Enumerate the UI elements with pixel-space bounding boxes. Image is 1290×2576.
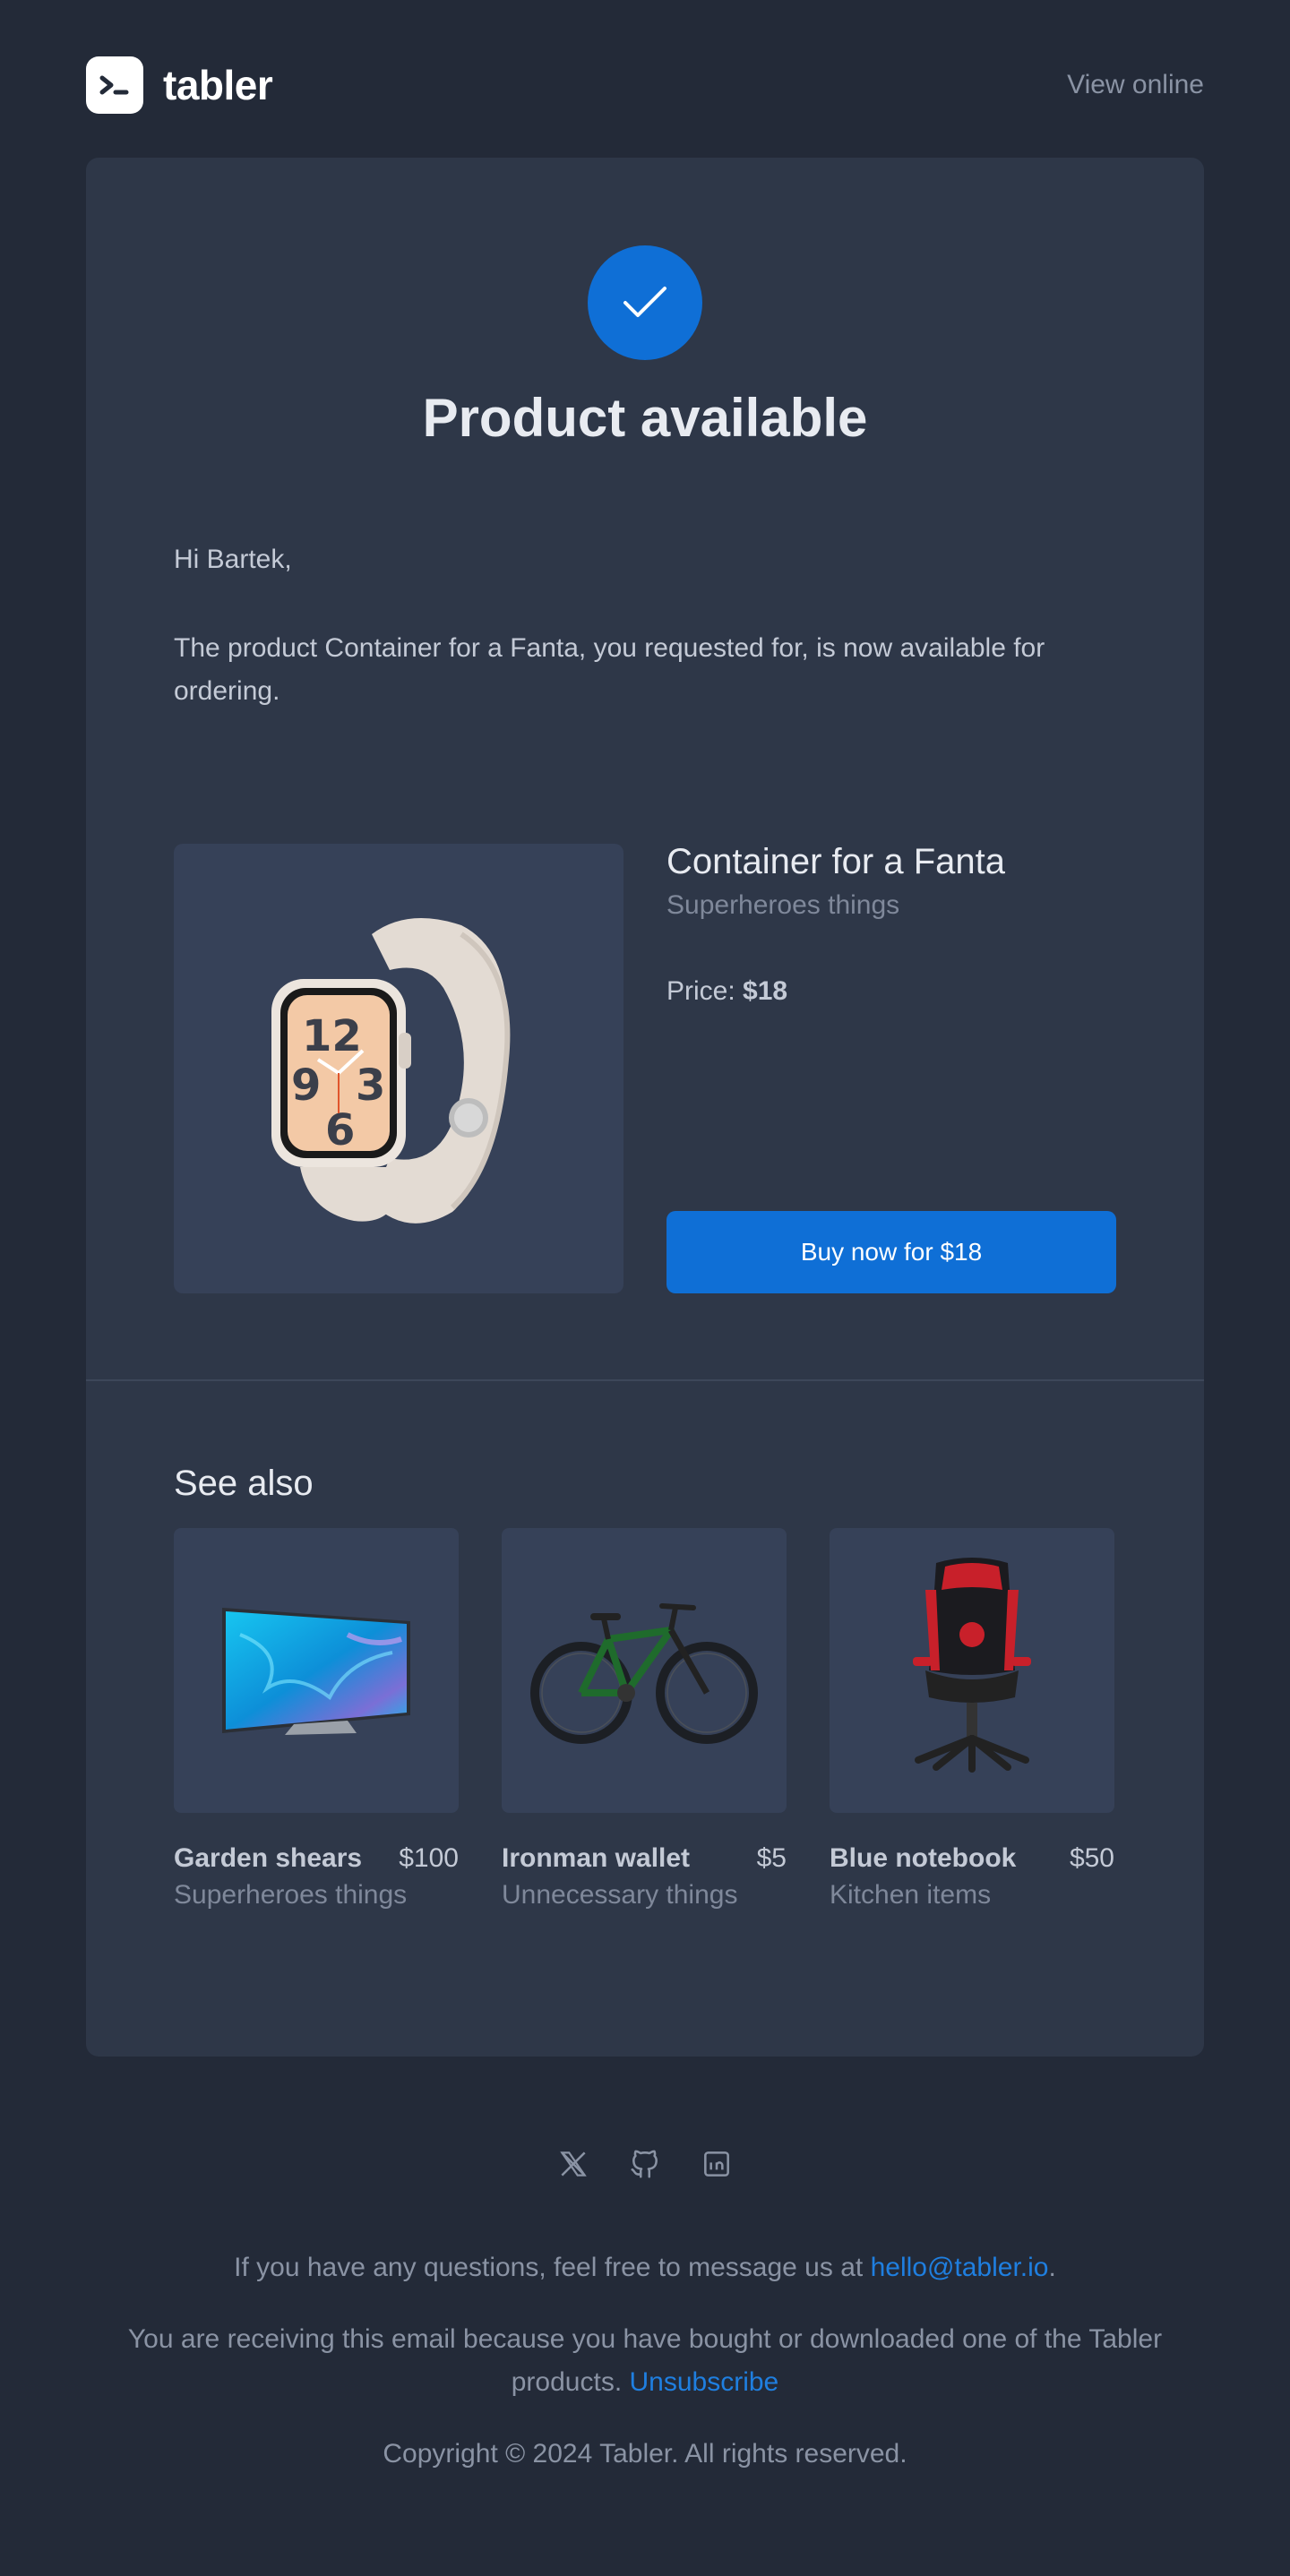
contact-email-link[interactable]: hello@tabler.io [871,2253,1049,2282]
social-links [0,2146,1290,2182]
divider [86,1379,1204,1381]
related-item-name[interactable]: Garden shears [174,1843,362,1874]
product-image[interactable]: 12 9 3 6 [174,844,624,1293]
price-value: $18 [743,976,788,1006]
related-item-header: Garden shears $100 [174,1843,459,1874]
related-item-price: $5 [756,1843,787,1873]
related-item-name[interactable]: Blue notebook [830,1843,1016,1874]
unsubscribe-link[interactable]: Unsubscribe [630,2367,779,2397]
copyright: Copyright © 2024 Tabler. All rights rese… [383,2439,907,2469]
product-name[interactable]: Container for a Fanta [666,842,1005,882]
receiving-line: You are receiving this email because you… [86,2318,1204,2404]
related-item-image[interactable] [502,1528,787,1813]
github-icon[interactable] [627,2146,663,2182]
linkedin-icon[interactable] [699,2146,735,2182]
contact-text: If you have any questions, feel free to … [234,2253,864,2282]
contact-line: If you have any questions, feel free to … [86,2246,1204,2289]
message-text: The product Container for a Fanta, you r… [174,633,1045,706]
tv-icon [222,1608,410,1735]
related-item-image[interactable] [830,1528,1114,1813]
related-item-category: Kitchen items [830,1880,992,1910]
related-item-name[interactable]: Ironman wallet [502,1843,690,1874]
related-item[interactable]: Blue notebook $50 Kitchen items [830,1528,1114,1917]
view-online-link[interactable]: View online [1067,70,1204,100]
page-title: Product available [422,388,868,448]
related-item-category: Superheroes things [174,1880,408,1910]
contact-end: . [1048,2253,1056,2282]
related-item-header: Ironman wallet $5 [502,1843,787,1874]
svg-text:9: 9 [291,1060,321,1111]
logo-text: tabler [163,62,273,108]
related-item-image[interactable] [174,1528,459,1813]
x-icon[interactable] [555,2146,591,2182]
email-card: Product available Hi Bartek, The product… [86,158,1204,2057]
smartwatch-icon: 12 9 3 6 [271,918,511,1224]
gaming-chair-icon [913,1558,1031,1773]
svg-text:6: 6 [325,1105,355,1155]
related-item-price: $50 [1069,1843,1114,1873]
price-label: Price: [666,976,735,1006]
related-item-header: Blue notebook $50 [830,1843,1114,1874]
related-item-price: $100 [399,1843,459,1873]
greeting-text: Hi Bartek, [174,545,292,574]
related-item-category: Unnecessary things [502,1880,738,1910]
see-also-title: See also [174,1464,314,1503]
buy-now-button[interactable]: Buy now for $18 [666,1211,1116,1293]
svg-text:12: 12 [302,1011,362,1061]
related-item[interactable]: Garden shears $100 Superheroes things [174,1528,459,1917]
logo[interactable]: tabler [86,56,273,114]
email-header: tabler View online [86,56,1204,115]
product-category: Superheroes things [666,890,900,920]
tabler-logo-icon [86,56,143,114]
svg-text:3: 3 [356,1060,385,1111]
check-icon [588,245,702,360]
related-item[interactable]: Ironman wallet $5 Unnecessary things [502,1528,787,1917]
product-price: Price: $18 [666,976,787,1007]
bicycle-icon [530,1603,758,1744]
